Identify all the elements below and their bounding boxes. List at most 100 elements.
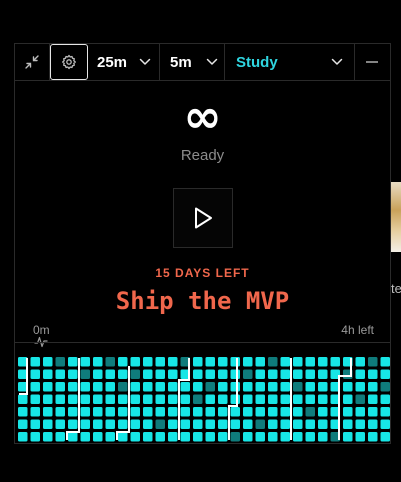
grid-cell bbox=[243, 407, 253, 417]
grid-cell bbox=[368, 407, 378, 417]
grid-cell bbox=[55, 369, 65, 379]
grid-cell bbox=[305, 419, 315, 429]
grid-cell bbox=[55, 382, 65, 392]
progress-divider bbox=[15, 342, 390, 343]
grid-cell bbox=[268, 432, 278, 442]
minimize-button[interactable] bbox=[355, 44, 389, 80]
grid-cell bbox=[118, 357, 128, 367]
grid-cell bbox=[93, 407, 103, 417]
grid-cell bbox=[130, 407, 140, 417]
grid-cell bbox=[155, 369, 165, 379]
grid-cell bbox=[318, 382, 328, 392]
project-dropdown[interactable]: Study bbox=[225, 44, 355, 80]
grid-cell bbox=[168, 407, 178, 417]
grid-cell bbox=[368, 357, 378, 367]
grid-cell bbox=[193, 432, 203, 442]
grid-cell bbox=[55, 357, 65, 367]
grid-cell bbox=[205, 432, 215, 442]
grid-cell bbox=[268, 407, 278, 417]
grid-cell bbox=[105, 357, 115, 367]
grid-cell bbox=[80, 419, 90, 429]
grid-cell bbox=[30, 419, 40, 429]
grid-cell bbox=[305, 407, 315, 417]
grid-cell bbox=[280, 394, 290, 404]
grid-cell bbox=[118, 432, 128, 442]
grid-cell bbox=[143, 382, 153, 392]
grid-cell bbox=[143, 407, 153, 417]
grid-cell bbox=[143, 419, 153, 429]
grid-cell bbox=[380, 369, 390, 379]
grid-cell bbox=[218, 407, 228, 417]
grid-cell bbox=[355, 357, 365, 367]
grid-cell bbox=[118, 369, 128, 379]
play-icon bbox=[192, 206, 214, 230]
play-button[interactable] bbox=[173, 188, 233, 248]
grid-cell bbox=[280, 407, 290, 417]
grid-cell bbox=[230, 369, 240, 379]
activity-grid bbox=[18, 357, 390, 442]
grid-cell bbox=[318, 394, 328, 404]
grid-cell bbox=[368, 369, 378, 379]
grid-cell bbox=[243, 394, 253, 404]
grid-cell bbox=[80, 369, 90, 379]
grid-cell bbox=[30, 369, 40, 379]
grid-cell bbox=[268, 394, 278, 404]
grid-cell bbox=[305, 382, 315, 392]
minimize-icon bbox=[365, 60, 379, 64]
collapse-button[interactable] bbox=[15, 44, 50, 80]
grid-cell bbox=[243, 419, 253, 429]
grid-cell bbox=[80, 394, 90, 404]
grid-cell bbox=[355, 407, 365, 417]
grid-cell bbox=[93, 369, 103, 379]
grid-cell bbox=[218, 369, 228, 379]
grid-cell bbox=[318, 357, 328, 367]
grid-cell bbox=[193, 357, 203, 367]
grid-cell bbox=[193, 419, 203, 429]
grid-cell bbox=[130, 382, 140, 392]
grid-cell bbox=[180, 394, 190, 404]
grid-cell bbox=[18, 394, 28, 404]
grid-cell bbox=[318, 419, 328, 429]
grid-cell bbox=[380, 419, 390, 429]
chevron-down-icon bbox=[206, 58, 218, 66]
grid-cell bbox=[80, 432, 90, 442]
grid-cell bbox=[30, 407, 40, 417]
grid-cell bbox=[368, 394, 378, 404]
grid-cell bbox=[243, 357, 253, 367]
grid-cell bbox=[93, 382, 103, 392]
goal-title: Ship the MVP bbox=[115, 287, 290, 315]
grid-cell bbox=[180, 382, 190, 392]
grid-cell bbox=[55, 432, 65, 442]
grid-cell bbox=[218, 432, 228, 442]
grid-cell bbox=[143, 432, 153, 442]
grid-cell bbox=[343, 419, 353, 429]
grid-cell bbox=[180, 432, 190, 442]
grid-cell bbox=[168, 419, 178, 429]
grid-cell bbox=[293, 407, 303, 417]
grid-cell bbox=[155, 357, 165, 367]
days-left-label: 15 DAYS LEFT bbox=[155, 266, 250, 280]
break-duration-dropdown[interactable]: 5m bbox=[160, 44, 225, 80]
grid-cell bbox=[268, 419, 278, 429]
grid-cell bbox=[55, 419, 65, 429]
grid-cell bbox=[93, 419, 103, 429]
grid-cell bbox=[155, 407, 165, 417]
grid-cell bbox=[205, 382, 215, 392]
focus-timer-widget: 25m 5m Study ∞ Ready 15 DAYS LEFT Ship t… bbox=[14, 43, 391, 444]
grid-cell bbox=[280, 419, 290, 429]
grid-cell bbox=[380, 432, 390, 442]
grid-cell bbox=[305, 432, 315, 442]
settings-button[interactable] bbox=[50, 44, 88, 80]
grid-cell bbox=[43, 407, 53, 417]
grid-cell bbox=[230, 419, 240, 429]
collapse-icon bbox=[24, 54, 40, 70]
grid-cell bbox=[255, 419, 265, 429]
work-duration-dropdown[interactable]: 25m bbox=[88, 44, 160, 80]
grid-cell bbox=[205, 357, 215, 367]
grid-cell bbox=[130, 419, 140, 429]
grid-cell bbox=[30, 432, 40, 442]
grid-cell bbox=[343, 394, 353, 404]
grid-cell bbox=[380, 394, 390, 404]
grid-cell bbox=[180, 419, 190, 429]
grid-cell bbox=[68, 407, 78, 417]
